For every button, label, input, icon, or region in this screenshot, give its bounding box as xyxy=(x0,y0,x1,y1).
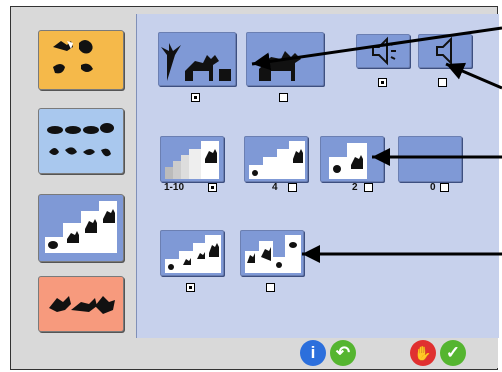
undo-icon: ↶ xyxy=(335,343,351,362)
staircase-many-checkbox[interactable] xyxy=(208,183,217,192)
camel-checkbox[interactable] xyxy=(279,93,288,102)
sidebar-item-card-sequence[interactable] xyxy=(38,194,124,262)
camel-with-palms-checkbox[interactable] xyxy=(191,93,200,102)
card-sequence-icon xyxy=(45,201,117,253)
ok-check-icon: ✓ xyxy=(445,343,461,362)
speaker-on-checkbox[interactable] xyxy=(378,78,387,87)
blank-card-option[interactable] xyxy=(398,136,462,182)
mid-option-label-2: 4 xyxy=(272,182,278,193)
stop-hand-icon: ✋ xyxy=(414,344,432,361)
mid-option-label-3: 2 xyxy=(352,182,358,193)
speaker-off-option[interactable] xyxy=(418,34,472,68)
ok-button[interactable]: ✓ xyxy=(440,340,466,366)
staircase-four-checkbox[interactable] xyxy=(288,183,297,192)
info-button[interactable]: i xyxy=(300,340,326,366)
camel-option[interactable] xyxy=(246,32,324,86)
mixed-cards-option[interactable] xyxy=(240,230,304,276)
two-cards-checkbox[interactable] xyxy=(364,183,373,192)
camel-with-palms-icon xyxy=(161,43,231,81)
camel-icon xyxy=(259,51,301,81)
two-cards-icon xyxy=(329,143,367,179)
speaker-on-icon xyxy=(372,36,396,66)
staircase-four-cards-icon xyxy=(249,141,305,179)
staircase-many-option[interactable] xyxy=(160,136,224,182)
animal-silhouettes-icon xyxy=(53,40,93,74)
sidebar-item-running-animals[interactable] xyxy=(38,276,124,332)
ordered-cards-checkbox[interactable] xyxy=(186,283,195,292)
ordered-cards-icon xyxy=(165,235,221,273)
stop-button[interactable]: ✋ xyxy=(410,340,436,366)
mid-option-label-4: 0 xyxy=(430,182,436,193)
mixed-cards-checkbox[interactable] xyxy=(266,283,275,292)
camel-with-palms-option[interactable] xyxy=(158,32,236,86)
mid-option-label-1: 1-10 xyxy=(164,182,185,193)
speaker-off-checkbox[interactable] xyxy=(438,78,447,87)
undo-button[interactable]: ↶ xyxy=(330,340,356,366)
staircase-many-cards-icon xyxy=(165,141,219,179)
blank-card-checkbox[interactable] xyxy=(440,183,449,192)
two-cards-option[interactable] xyxy=(320,136,384,182)
staircase-four-option[interactable] xyxy=(244,136,308,182)
speaker-off-icon xyxy=(436,36,452,66)
ordered-cards-option[interactable] xyxy=(160,230,224,276)
sidebar-item-outlines[interactable] xyxy=(38,108,124,174)
animal-outlines-icon xyxy=(47,123,114,157)
speaker-on-option[interactable] xyxy=(356,34,410,68)
running-animals-icon xyxy=(49,296,115,314)
sidebar-item-silhouettes[interactable] xyxy=(38,30,124,90)
info-icon: i xyxy=(310,343,316,362)
mixed-cards-icon xyxy=(245,235,301,273)
blank-card-icon xyxy=(399,137,461,181)
